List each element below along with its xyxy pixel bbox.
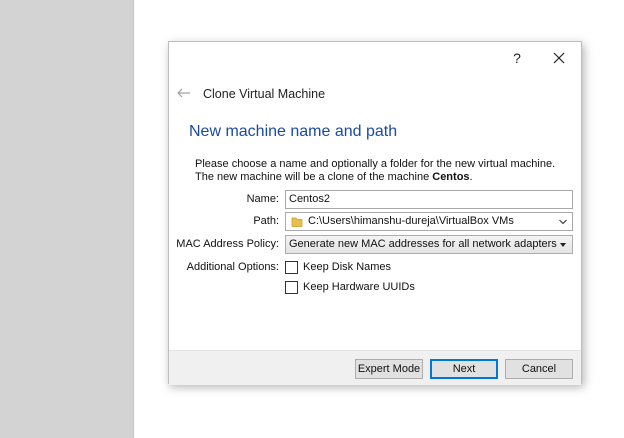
- chevron-down-icon[interactable]: [558, 217, 568, 227]
- path-row: Path: C:\Users\himanshu-dureja\VirtualBo…: [169, 212, 581, 231]
- description-body: Please choose a name and optionally a fo…: [195, 158, 556, 183]
- description-end: .: [469, 171, 473, 183]
- page-title: New machine name and path: [189, 123, 398, 140]
- additional-options-row: Additional Options: Keep Disk Names: [169, 258, 581, 277]
- wizard-header: Clone Virtual Machine: [169, 82, 581, 106]
- description-text: Please choose a name and optionally a fo…: [195, 158, 571, 184]
- dialog-footer: Expert Mode Next Cancel: [169, 350, 581, 385]
- keep-disk-names-checkbox[interactable]: [285, 261, 298, 274]
- cancel-button[interactable]: Cancel: [505, 359, 573, 379]
- name-row: Name: Centos2: [169, 190, 581, 209]
- keep-disk-names-label[interactable]: Keep Disk Names: [303, 261, 391, 273]
- path-label: Path:: [253, 215, 279, 227]
- mac-policy-label: MAC Address Policy:: [176, 238, 279, 250]
- mac-policy-select[interactable]: Generate new MAC addresses for all netwo…: [285, 235, 573, 254]
- folder-icon: [291, 217, 303, 227]
- dropdown-arrow-icon: [560, 243, 566, 247]
- help-icon: ?: [513, 50, 521, 66]
- close-button[interactable]: [549, 49, 569, 67]
- name-field[interactable]: Centos2: [285, 190, 573, 209]
- mac-policy-value: Generate new MAC addresses for all netwo…: [289, 238, 557, 250]
- keep-hardware-uuids-checkbox[interactable]: [285, 281, 298, 294]
- dialog-titlebar: ?: [169, 42, 581, 72]
- expert-mode-button[interactable]: Expert Mode: [355, 359, 423, 379]
- back-button[interactable]: [175, 84, 193, 105]
- left-side-panel: [0, 0, 134, 438]
- help-button[interactable]: ?: [507, 49, 527, 67]
- mac-policy-row: MAC Address Policy: Generate new MAC add…: [169, 235, 581, 254]
- source-machine-name: Centos: [432, 171, 470, 183]
- path-value: C:\Users\himanshu-dureja\VirtualBox VMs: [308, 215, 514, 227]
- path-combobox[interactable]: C:\Users\himanshu-dureja\VirtualBox VMs: [285, 212, 573, 231]
- additional-options-label: Additional Options:: [186, 261, 279, 273]
- keep-uuids-row: Keep Hardware UUIDs: [169, 278, 581, 297]
- close-icon: [553, 52, 565, 64]
- wizard-title: Clone Virtual Machine: [203, 87, 326, 101]
- back-arrow-icon: [177, 88, 190, 98]
- name-label: Name:: [246, 193, 279, 205]
- clone-vm-dialog: ? Clone Virtual Machine New machine name…: [168, 41, 582, 385]
- keep-hardware-uuids-label[interactable]: Keep Hardware UUIDs: [303, 281, 415, 293]
- next-button[interactable]: Next: [430, 359, 498, 379]
